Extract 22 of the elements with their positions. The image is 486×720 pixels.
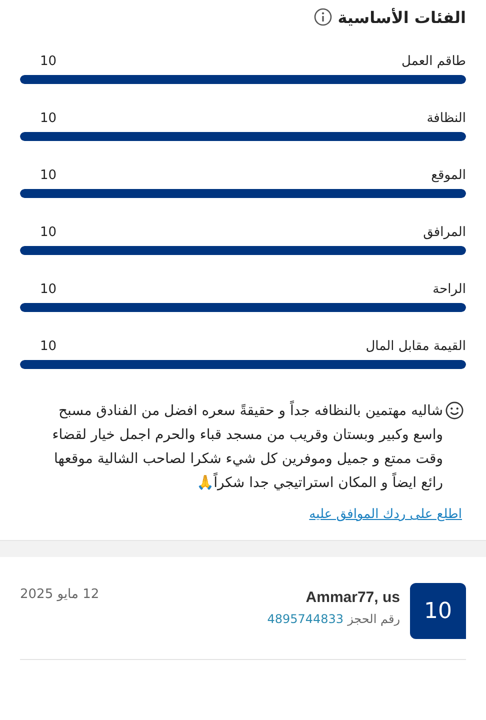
category-score: 10 bbox=[40, 168, 57, 183]
approved-reply-link[interactable]: اطلع على ردك الموافق عليه bbox=[309, 507, 462, 522]
info-icon[interactable] bbox=[314, 8, 332, 26]
smiley-icon bbox=[445, 401, 464, 420]
category-label: المرافق bbox=[423, 225, 466, 240]
review-text: شاليه مهتمين بالنظافه جداً و حقيقةً سعره افضل من الفنادق مسبح واسع وكبير وبستان وقريب من مسجد قباء والحرم اجمل خيار لقضاء وقت ممتع و جميل وموفرين كل شيء شكرا لصاحب الشالية موقعها رائع ايضاً و المكان استراتيجي جدا شكراً🙏 bbox=[40, 399, 443, 495]
category-label: طاقم العمل bbox=[401, 54, 466, 69]
category-label: النظافة bbox=[426, 111, 466, 126]
category-score: 10 bbox=[40, 225, 57, 240]
booking-label: رقم الحجز bbox=[348, 612, 400, 626]
booking-number[interactable]: 4895744833 bbox=[267, 612, 344, 626]
category-label: الراحة bbox=[432, 282, 466, 297]
reviewer-name: Ammar77, us bbox=[304, 589, 400, 606]
category-label: الموقع bbox=[431, 168, 466, 183]
category-score: 10 bbox=[40, 111, 57, 126]
section-title: الفئات الأساسية bbox=[338, 8, 466, 26]
category-score: 10 bbox=[40, 339, 57, 354]
category-score: 10 bbox=[40, 54, 57, 69]
category-label: القيمة مقابل المال bbox=[366, 339, 466, 354]
category-score: 10 bbox=[40, 282, 57, 297]
review-score: 10 bbox=[410, 583, 466, 639]
review-date: 12 مايو 2025 bbox=[20, 586, 100, 602]
